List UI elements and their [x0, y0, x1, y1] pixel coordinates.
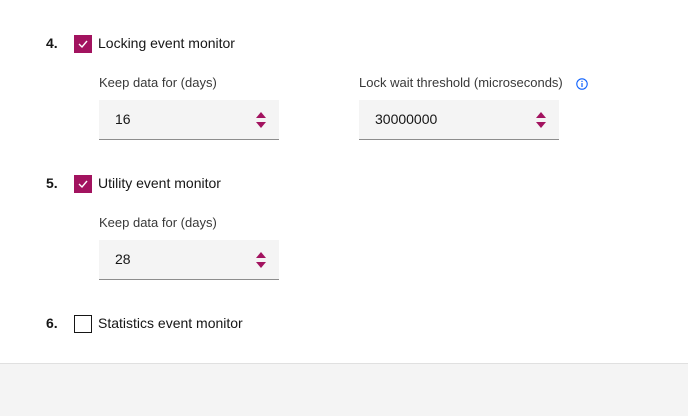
- keep-data-label: Keep data for (days): [99, 75, 217, 90]
- info-icon[interactable]: [576, 78, 588, 90]
- caret-up-icon[interactable]: [535, 111, 547, 119]
- locking-monitor-title: Locking event monitor: [98, 35, 235, 51]
- number-stepper[interactable]: [255, 111, 267, 129]
- lock-wait-threshold-label: Lock wait threshold (microseconds): [359, 75, 563, 90]
- checkmark-icon: [78, 180, 88, 189]
- utility-keep-days-value: 28: [115, 251, 131, 267]
- utility-keep-days-input[interactable]: 28: [99, 240, 279, 280]
- monitor-number: 5.: [46, 175, 58, 191]
- locking-keep-days-value: 16: [115, 111, 131, 127]
- monitor-number: 6.: [46, 315, 58, 331]
- locking-monitor-checkbox[interactable]: [74, 35, 92, 53]
- event-monitor-settings-page: 4. Locking event monitor Keep data for (…: [0, 0, 688, 416]
- caret-down-icon[interactable]: [255, 121, 267, 129]
- utility-monitor-checkbox[interactable]: [74, 175, 92, 193]
- statistics-monitor-checkbox[interactable]: [74, 315, 92, 333]
- footer-bar: [0, 363, 688, 416]
- caret-up-icon[interactable]: [255, 251, 267, 259]
- monitor-number: 4.: [46, 35, 58, 51]
- utility-monitor-title: Utility event monitor: [98, 175, 221, 191]
- lock-wait-threshold-input[interactable]: 30000000: [359, 100, 559, 140]
- number-stepper[interactable]: [535, 111, 547, 129]
- statistics-monitor-title: Statistics event monitor: [98, 315, 243, 331]
- caret-down-icon[interactable]: [255, 261, 267, 269]
- caret-up-icon[interactable]: [255, 111, 267, 119]
- checkmark-icon: [78, 40, 88, 49]
- locking-keep-days-input[interactable]: 16: [99, 100, 279, 140]
- keep-data-label: Keep data for (days): [99, 215, 217, 230]
- lock-wait-threshold-value: 30000000: [375, 111, 438, 127]
- number-stepper[interactable]: [255, 251, 267, 269]
- caret-down-icon[interactable]: [535, 121, 547, 129]
